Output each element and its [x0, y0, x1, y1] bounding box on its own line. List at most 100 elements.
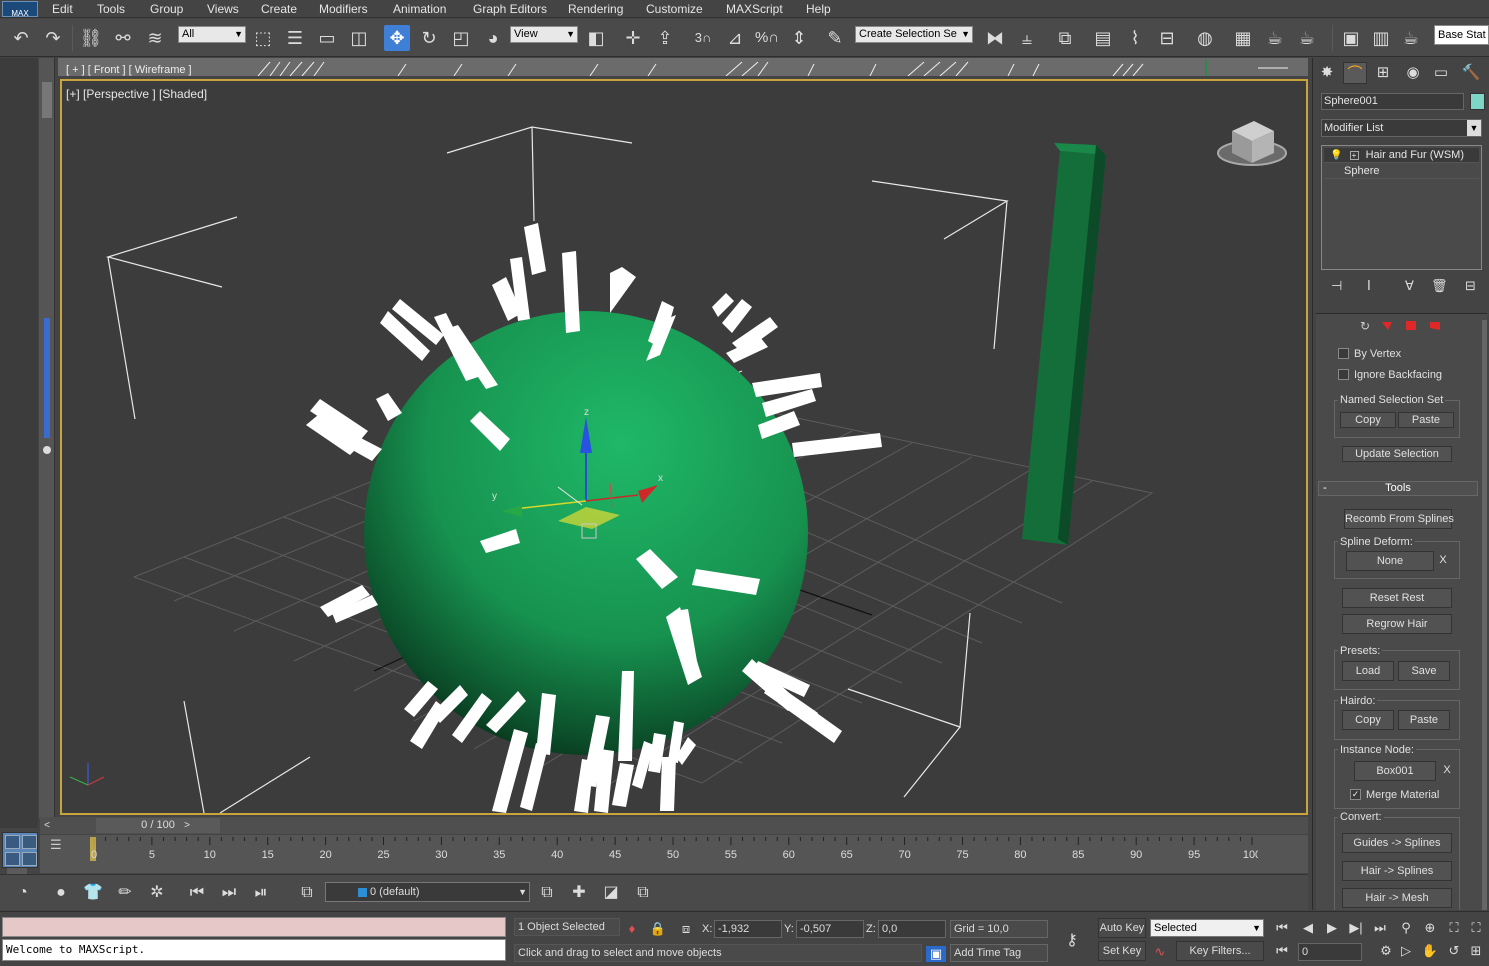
hair-to-mesh-button[interactable]: Hair -> Mesh [1342, 888, 1452, 908]
object-color-swatch[interactable] [1470, 93, 1485, 110]
reference-coordinate-dropdown[interactable]: View ▼ [510, 26, 578, 43]
select-by-name-icon[interactable]: ☰ [282, 25, 308, 51]
create-tab-icon[interactable]: ✸ [1315, 62, 1339, 84]
absolute-mode-icon[interactable]: ⧈ [676, 921, 696, 937]
hierarchy-tab-icon[interactable]: ⊞ [1371, 62, 1395, 84]
pencil-tool-icon[interactable]: ✏ [112, 881, 138, 905]
next-frame-icon[interactable]: ▶| [1346, 920, 1366, 936]
trackbar[interactable]: ☰ 0 5 10 15 20 25 30 35 40 45 50 55 60 65 70 75 80 85 90 95… [40, 835, 1261, 873]
recomb-from-splines-button[interactable]: Recomb From Splines [1344, 509, 1454, 529]
go-to-end-icon[interactable]: ⏭ [1370, 920, 1390, 936]
add-time-tag-button[interactable]: Add Time Tag [950, 944, 1048, 962]
zoom-all-icon[interactable]: ⊕ [1420, 920, 1440, 936]
window-crossing-icon[interactable]: ◫ [346, 25, 372, 51]
maximize-viewport-icon[interactable]: ⊞ [1466, 943, 1486, 959]
spline-deform-none-button[interactable]: None [1346, 551, 1434, 571]
set-key-button[interactable]: Set Key [1098, 941, 1146, 961]
unlink-icon[interactable]: ⚯ [110, 25, 136, 51]
snaps-toggle-icon[interactable]: 3∩ [690, 25, 716, 51]
field-of-view-icon[interactable]: ▷ [1396, 943, 1416, 959]
current-frame-field[interactable]: 0 [1298, 943, 1362, 961]
menu-views[interactable]: Views [207, 2, 239, 16]
menu-graph-editors[interactable]: Graph Editors [473, 2, 547, 16]
layers-icon[interactable]: ⧉ [294, 881, 320, 905]
expand-plus-icon[interactable]: + [1349, 151, 1359, 160]
named-selection-set-dropdown[interactable]: Create Selection Se ▼ [855, 26, 973, 43]
select-and-move-icon[interactable]: ✥ [384, 25, 410, 51]
utilities-tab-icon[interactable]: 🔨 [1459, 62, 1483, 84]
display-tab-icon[interactable]: ▭ [1429, 62, 1453, 84]
spline-deform-clear-button[interactable]: X [1436, 551, 1450, 571]
play-icon[interactable]: ▶ [1322, 920, 1342, 936]
regrow-hair-button[interactable]: Regrow Hair [1342, 614, 1452, 634]
perspective-viewport[interactable]: [+] [Perspective ] [Shaded] z x y [60, 79, 1308, 815]
menu-create[interactable]: Create [261, 2, 297, 16]
menu-modifiers[interactable]: Modifiers [319, 2, 368, 16]
keyboard-shortcut-override-icon[interactable]: ⇪ [652, 25, 678, 51]
front-viewport[interactable]: [ + ] [ Front ] [ Wireframe ] [58, 58, 1308, 76]
perspective-viewport-label[interactable]: [+] [Perspective ] [Shaded] [66, 87, 207, 101]
pan-view-icon[interactable]: ✋ [1420, 943, 1440, 959]
maxscript-mini-listener-input[interactable] [2, 917, 506, 937]
go-to-start-icon[interactable]: ⏮ [1272, 920, 1292, 936]
rectangular-selection-icon[interactable]: ▭ [314, 25, 340, 51]
previous-frame-icon[interactable]: ◀ [1298, 920, 1318, 936]
lock-icon[interactable]: 🔒 [648, 921, 668, 937]
link-icon[interactable]: ⛓ [78, 25, 104, 51]
rendered-frame-window-icon[interactable]: ☕ [1262, 25, 1288, 51]
graphite-ribbon-icon[interactable]: ▤ [1090, 25, 1116, 51]
orbit-icon[interactable]: ↺ [1444, 943, 1464, 959]
hairdo-paste-button[interactable]: Paste [1398, 710, 1450, 730]
undo-icon[interactable]: ↶ [8, 25, 34, 51]
material-editor-icon[interactable]: ◍ [1192, 25, 1218, 51]
select-in-layer-icon[interactable]: ◪ [598, 881, 624, 905]
ribbon-toggle-icon[interactable]: ▣ [1338, 25, 1364, 51]
particle-icon[interactable]: ✲ [144, 881, 170, 905]
zoom-icon[interactable]: ⚲ [1396, 920, 1416, 936]
edit-named-selection-icon[interactable]: ✎ [822, 25, 848, 51]
menu-maxscript[interactable]: MAXScript [726, 2, 783, 16]
key-tangent-icon[interactable]: ∿ [1150, 944, 1170, 960]
key-mode-icon[interactable]: ⏭ [216, 881, 242, 905]
menu-rendering[interactable]: Rendering [568, 2, 623, 16]
align-icon[interactable]: ⫨ [1014, 25, 1040, 51]
menu-group[interactable]: Group [150, 2, 183, 16]
show-end-result-icon[interactable]: Ⅰ [1367, 278, 1371, 294]
chevron-right-icon[interactable]: > [180, 818, 194, 833]
viewport-layout-icon[interactable] [2, 832, 38, 868]
menu-edit[interactable]: Edit [52, 2, 73, 16]
redo-icon[interactable]: ↷ [40, 25, 66, 51]
presets-load-button[interactable]: Load [1342, 661, 1394, 681]
ignore-backfacing-checkbox[interactable] [1338, 369, 1349, 380]
curve-editor-icon[interactable]: ⌇ [1122, 25, 1148, 51]
select-manipulate-icon[interactable]: ✛ [620, 25, 646, 51]
stack-item-sphere[interactable]: Sphere [1324, 164, 1479, 179]
object-name-field[interactable]: Sphere001 [1321, 93, 1464, 110]
angle-snap-icon[interactable]: ⊿ [722, 25, 748, 51]
select-and-place-icon[interactable]: ◕ [480, 25, 506, 51]
render-setup-icon[interactable]: ▦ [1230, 25, 1256, 51]
schematic-view-icon[interactable]: ⊟ [1154, 25, 1180, 51]
modifier-list-dropdown[interactable]: Modifier List ▼ [1321, 119, 1482, 137]
instance-node-button[interactable]: Box001 [1354, 761, 1436, 781]
pivot-center-icon[interactable]: ◧ [583, 25, 609, 51]
layer-dropdown[interactable]: 0 (default) ▼ [325, 882, 530, 902]
set-current-layer-icon[interactable]: ⧉ [630, 881, 656, 905]
sphere-primitive-icon[interactable]: ● [48, 881, 74, 905]
key-mode-toggle-icon[interactable]: ⏮ [1272, 943, 1292, 959]
y-coord-field[interactable]: -0,507 [796, 920, 864, 938]
menu-animation[interactable]: Animation [393, 2, 446, 16]
go-to-start-icon[interactable]: ⏮ [184, 881, 210, 905]
bind-spacewarp-icon[interactable]: ≋ [142, 25, 168, 51]
zoom-extents-all-icon[interactable]: ⛶ [1466, 920, 1486, 936]
stack-item-hair-and-fur[interactable]: 💡 + Hair and Fur (WSM) [1324, 148, 1479, 163]
selection-filter-dropdown[interactable]: All ▼ [178, 26, 246, 43]
new-layer-icon[interactable]: ⧉ [534, 881, 560, 905]
time-configuration-icon[interactable]: ⚙ [1376, 943, 1396, 959]
z-coord-field[interactable]: 0,0 [878, 920, 946, 938]
reset-rest-button[interactable]: Reset Rest [1342, 588, 1452, 608]
time-slider-thumb[interactable]: 0 / 100 [96, 818, 220, 833]
time-config-icon[interactable]: ⏯ [248, 881, 274, 905]
merge-material-checkbox[interactable]: ✓ [1350, 789, 1361, 800]
select-object-icon[interactable]: ⬚ [250, 25, 276, 51]
